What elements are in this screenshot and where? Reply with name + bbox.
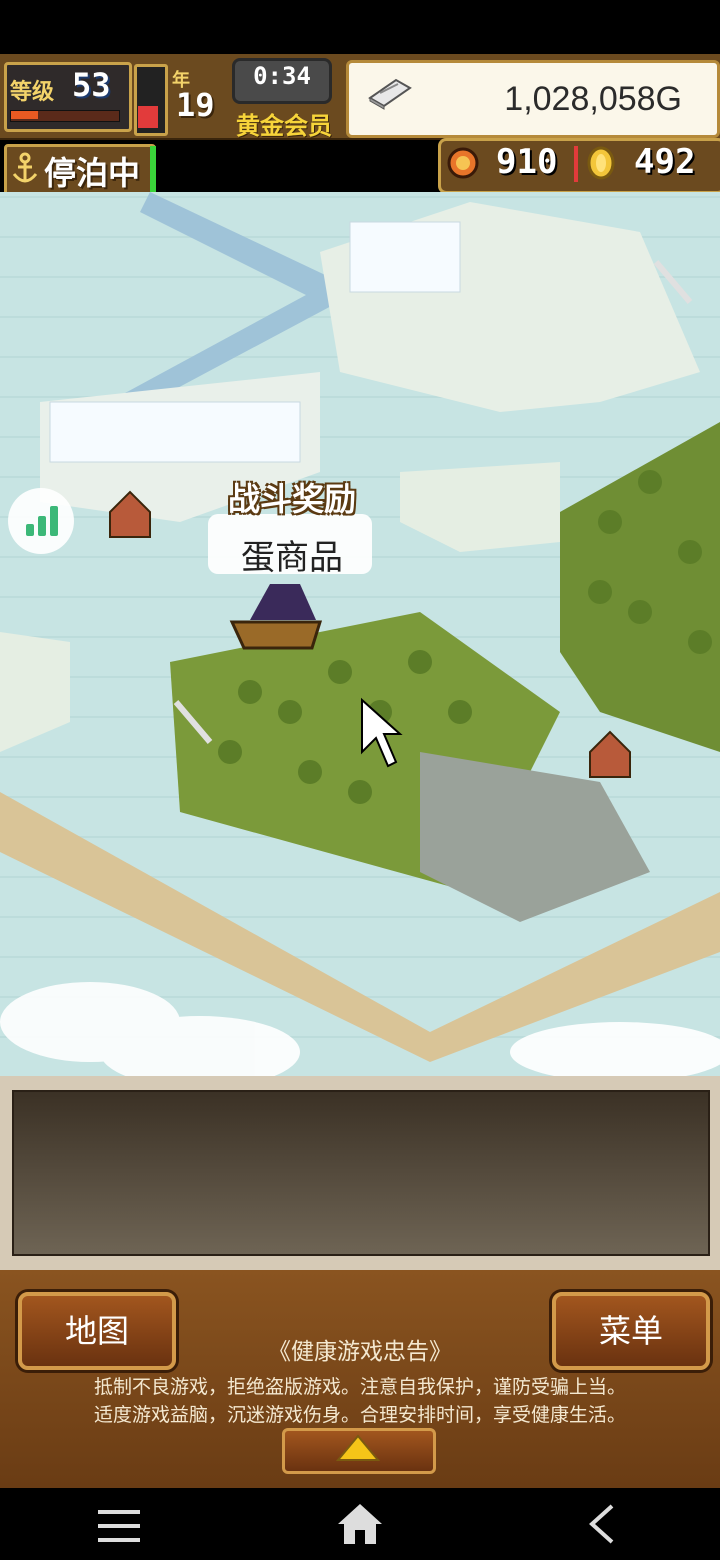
medal-icon xyxy=(447,147,479,179)
anchor-icon xyxy=(12,152,38,183)
menu-button-label: 菜单 xyxy=(598,1312,663,1350)
money-value: 1,028,058G xyxy=(504,80,682,118)
home-icon[interactable] xyxy=(336,1502,384,1546)
member-status: 黄金会员 xyxy=(236,112,332,140)
gold-coin-icon xyxy=(587,146,615,180)
health-notice-line-1: 抵制不良游戏，拒绝盗版游戏。注意自我保护，谨防受骗上当。 xyxy=(93,1376,626,1398)
game-map[interactable] xyxy=(0,192,720,1076)
anchor-status-label: 停泊中 xyxy=(44,154,141,192)
stamina-gauge-fill xyxy=(138,106,158,128)
level-label: 等级 xyxy=(10,80,55,105)
map-terrain xyxy=(0,192,720,1076)
silver-ingot-icon xyxy=(368,78,412,110)
signal-bars-icon xyxy=(26,506,58,536)
back-icon[interactable] xyxy=(584,1502,618,1546)
message-panel xyxy=(12,1090,710,1256)
gold-coin-count: 492 xyxy=(634,142,696,182)
status-bar xyxy=(0,0,720,54)
anchor-indicator xyxy=(150,146,156,192)
player-ship xyxy=(229,584,323,650)
health-notice-title: 《健康游戏忠告》 xyxy=(268,1339,452,1365)
map-button-label: 地图 xyxy=(64,1312,129,1350)
bubble-text: 蛋商品 xyxy=(241,538,343,578)
year-value: 19 xyxy=(176,86,215,124)
medal-count: 910 xyxy=(496,142,558,182)
menu-icon[interactable] xyxy=(96,1506,142,1546)
health-notice-line-2: 适度游戏益脑，沉迷游戏伤身。合理安排时间，享受健康生活。 xyxy=(93,1404,626,1426)
level-value: 53 xyxy=(72,66,111,104)
time-value: 0:34 xyxy=(253,62,311,90)
exp-bar-fill xyxy=(11,111,38,119)
resource-divider xyxy=(574,146,578,182)
triangle-up-icon xyxy=(336,1434,380,1461)
bubble-title: 战斗奖励 xyxy=(227,480,356,518)
